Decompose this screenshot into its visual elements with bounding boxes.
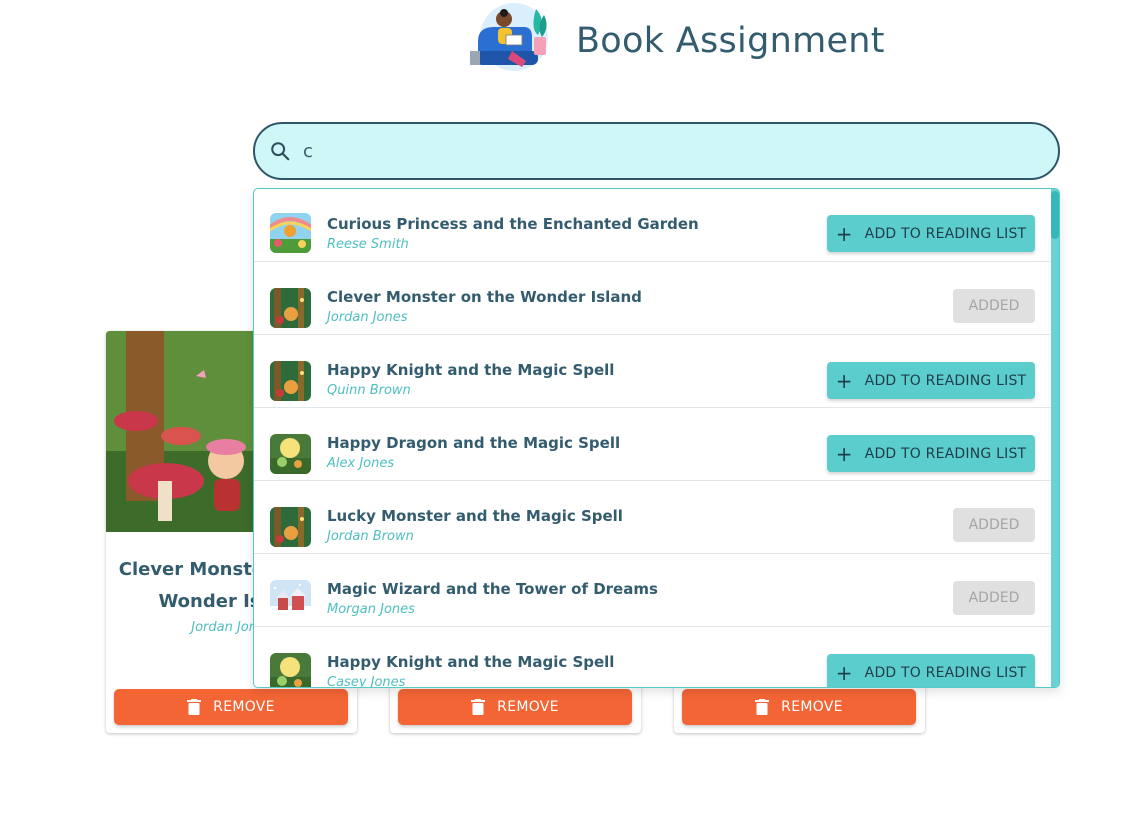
- add-to-reading-list-button[interactable]: + ADD TO READING LIST: [827, 215, 1035, 252]
- dropdown-scrollbar[interactable]: [1051, 189, 1059, 687]
- result-item: Happy Knight and the Magic Spell Quinn B…: [254, 335, 1051, 408]
- result-title: Lucky Monster and the Magic Spell: [327, 507, 623, 525]
- result-title: Curious Princess and the Enchanted Garde…: [327, 215, 699, 233]
- trash-icon: [187, 699, 202, 715]
- page-title: Book Assignment: [576, 21, 885, 61]
- result-author: Casey Jones: [327, 675, 406, 688]
- result-item: Happy Knight and the Magic Spell Casey J…: [254, 627, 1051, 688]
- add-to-reading-list-button[interactable]: + ADD TO READING LIST: [827, 435, 1035, 472]
- search-input[interactable]: [303, 140, 1003, 162]
- plus-icon: +: [835, 221, 853, 246]
- plus-icon: +: [835, 368, 853, 393]
- result-author: Morgan Jones: [327, 602, 415, 617]
- result-item: Lucky Monster and the Magic Spell Jordan…: [254, 481, 1051, 554]
- added-button: ADDED: [953, 508, 1035, 542]
- result-title: Magic Wizard and the Tower of Dreams: [327, 580, 658, 598]
- remove-button[interactable]: REMOVE: [114, 689, 348, 725]
- book-thumbnail: [270, 288, 311, 328]
- result-title: Happy Knight and the Magic Spell: [327, 653, 615, 671]
- reading-kid-logo: [470, 3, 548, 71]
- book-thumbnail: [270, 580, 311, 620]
- search-bar[interactable]: [253, 122, 1060, 180]
- search-icon: [271, 142, 290, 161]
- plus-icon: +: [835, 660, 853, 685]
- search-results-dropdown: Curious Princess and the Enchanted Garde…: [253, 188, 1060, 688]
- added-button: ADDED: [953, 581, 1035, 615]
- book-thumbnail: [270, 434, 311, 474]
- trash-icon: [755, 699, 770, 715]
- remove-button[interactable]: REMOVE: [682, 689, 916, 725]
- result-author: Quinn Brown: [327, 383, 411, 398]
- add-to-reading-list-button[interactable]: + ADD TO READING LIST: [827, 362, 1035, 399]
- book-thumbnail: [270, 361, 311, 401]
- result-author: Jordan Brown: [327, 529, 414, 544]
- book-thumbnail: [270, 213, 311, 253]
- book-thumbnail: [270, 653, 311, 687]
- result-item: Curious Princess and the Enchanted Garde…: [254, 189, 1051, 262]
- trash-icon: [471, 699, 486, 715]
- result-item: Happy Dragon and the Magic Spell Alex Jo…: [254, 408, 1051, 481]
- results-list: Curious Princess and the Enchanted Garde…: [254, 189, 1051, 688]
- app-header: Book Assignment: [466, 0, 885, 82]
- book-thumbnail: [270, 507, 311, 547]
- result-item: Magic Wizard and the Tower of Dreams Mor…: [254, 554, 1051, 627]
- scrollbar-thumb[interactable]: [1051, 191, 1059, 239]
- result-title: Happy Dragon and the Magic Spell: [327, 434, 621, 452]
- plus-icon: +: [835, 441, 853, 466]
- result-title: Clever Monster on the Wonder Island: [327, 288, 642, 306]
- result-author: Alex Jones: [327, 456, 395, 471]
- result-author: Jordan Jones: [327, 310, 408, 325]
- result-author: Reese Smith: [327, 237, 409, 252]
- result-title: Happy Knight and the Magic Spell: [327, 361, 615, 379]
- add-to-reading-list-button[interactable]: + ADD TO READING LIST: [827, 654, 1035, 687]
- result-item: Clever Monster on the Wonder Island Jord…: [254, 262, 1051, 335]
- added-button: ADDED: [953, 289, 1035, 323]
- remove-button[interactable]: REMOVE: [398, 689, 632, 725]
